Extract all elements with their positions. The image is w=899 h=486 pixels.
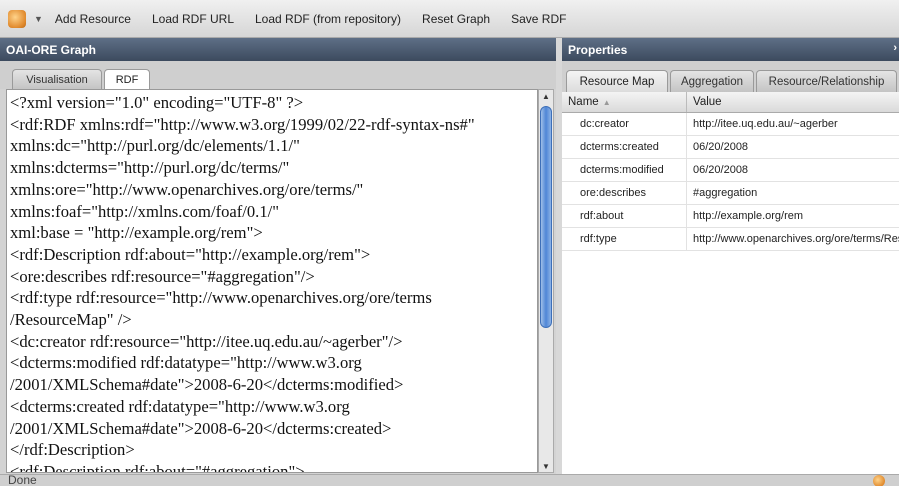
load-rdf-repository-button[interactable]: Load RDF (from repository) [255, 12, 401, 26]
property-name-cell: dc:creator [562, 113, 687, 135]
code-line: xmlns:foaf="http://xmlns.com/foaf/0.1/" [10, 201, 280, 221]
properties-panel: Resource Map Aggregation Resource/Relati… [562, 61, 899, 474]
table-row[interactable]: rdf:about http://example.org/rem [562, 205, 899, 228]
property-value-cell[interactable]: http://itee.uq.edu.au/~agerber [687, 113, 899, 135]
properties-panel-title: Properties [568, 42, 628, 57]
code-line: <dcterms:created rdf:datatype="http://ww… [10, 396, 350, 416]
table-row[interactable]: dcterms:modified 06/20/2008 [562, 159, 899, 182]
tab-resource-relationship[interactable]: Resource/Relationship [756, 70, 897, 92]
scroll-down-arrow-icon[interactable]: ▼ [539, 460, 553, 472]
properties-tabstrip: Resource Map Aggregation Resource/Relati… [562, 61, 899, 92]
code-line: xmlns:dc="http://purl.org/dc/elements/1.… [10, 136, 300, 156]
status-bar: Done [0, 474, 899, 486]
property-value-cell[interactable]: 06/20/2008 [687, 136, 899, 158]
sort-arrow-icon: ▲ [602, 97, 611, 107]
grid-header: Name ▲ Value [562, 92, 899, 113]
activity-icon [873, 475, 885, 486]
code-line: <dcterms:modified rdf:datatype="http://w… [10, 353, 362, 373]
status-text: Done [8, 474, 37, 486]
vertical-scrollbar[interactable]: ▲ ▼ [538, 89, 554, 473]
save-rdf-button[interactable]: Save RDF [511, 12, 566, 26]
properties-panel-header: Properties › [562, 38, 899, 61]
code-line: <rdf:RDF xmlns:rdf="http://www.w3.org/19… [10, 114, 475, 134]
property-name-cell: rdf:about [562, 205, 687, 227]
code-line: xmlns:ore="http://www.openarchives.org/o… [10, 179, 364, 199]
rdf-text-area[interactable]: <?xml version="1.0" encoding="UTF-8" ?> <… [6, 89, 538, 473]
load-rdf-url-button[interactable]: Load RDF URL [152, 12, 234, 26]
code-line: </rdf:Description> [10, 440, 135, 460]
graph-panel: Visualisation RDF <?xml version="1.0" en… [0, 61, 556, 474]
property-value-cell[interactable]: #aggregation [687, 182, 899, 204]
property-name-cell: rdf:type [562, 228, 687, 250]
property-name-cell: dcterms:modified [562, 159, 687, 181]
code-line: <rdf:Description rdf:about="#aggregation… [10, 461, 305, 473]
property-value-cell[interactable]: 06/20/2008 [687, 159, 899, 181]
scrollbar-thumb[interactable] [540, 106, 552, 328]
app-logo-icon[interactable] [8, 9, 26, 28]
tab-aggregation[interactable]: Aggregation [670, 70, 754, 92]
code-line: /2001/XMLSchema#date">2008-6-20</dcterms… [10, 418, 392, 438]
column-header-value[interactable]: Value [687, 92, 899, 112]
grid-body: dc:creator http://itee.uq.edu.au/~agerber… [562, 113, 899, 251]
property-value-cell[interactable]: http://example.org/rem [687, 205, 899, 227]
graph-panel-title: OAI-ORE Graph [6, 42, 97, 57]
property-name-cell: dcterms:created [562, 136, 687, 158]
tab-rdf[interactable]: RDF [104, 69, 150, 89]
properties-grid: Name ▲ Value dc:creator http://itee.uq.ed… [562, 92, 899, 474]
code-line: xmlns:dcterms="http://purl.org/dc/terms/… [10, 158, 290, 178]
code-line: /2001/XMLSchema#date">2008-6-20</dcterms… [10, 375, 404, 395]
code-line: <rdf:type rdf:resource="http://www.opena… [10, 288, 432, 308]
menu-bar: ▼ Add Resource Load RDF URL Load RDF (fr… [0, 0, 899, 38]
add-resource-button[interactable]: Add Resource [55, 12, 131, 26]
close-icon[interactable]: › [893, 42, 897, 54]
code-line: <?xml version="1.0" encoding="UTF-8" ?> [10, 93, 304, 112]
dropdown-arrow-icon[interactable]: ▼ [34, 14, 43, 24]
scroll-up-arrow-icon[interactable]: ▲ [539, 90, 553, 102]
property-name-cell: ore:describes [562, 182, 687, 204]
code-line: <dc:creator rdf:resource="http://itee.uq… [10, 331, 403, 351]
graph-panel-header: OAI-ORE Graph [0, 38, 556, 61]
code-line: /ResourceMap" /> [10, 310, 132, 330]
tab-visualisation[interactable]: Visualisation [12, 69, 102, 89]
property-value-cell[interactable]: http://www.openarchives.org/ore/terms/Re… [687, 228, 899, 250]
code-line: xml:base = "http://example.org/rem"> [10, 223, 263, 243]
code-line: <rdf:Description rdf:about="http://examp… [10, 244, 371, 264]
code-line: <ore:describes rdf:resource="#aggregatio… [10, 266, 315, 286]
column-header-name[interactable]: Name ▲ [562, 92, 687, 112]
graph-tabstrip: Visualisation RDF [0, 61, 556, 89]
reset-graph-button[interactable]: Reset Graph [422, 12, 490, 26]
table-row[interactable]: dc:creator http://itee.uq.edu.au/~agerber [562, 113, 899, 136]
table-row[interactable]: ore:describes #aggregation [562, 182, 899, 205]
tab-resource-map[interactable]: Resource Map [566, 70, 668, 92]
table-row[interactable]: dcterms:created 06/20/2008 [562, 136, 899, 159]
table-row[interactable]: rdf:type http://www.openarchives.org/ore/… [562, 228, 899, 251]
